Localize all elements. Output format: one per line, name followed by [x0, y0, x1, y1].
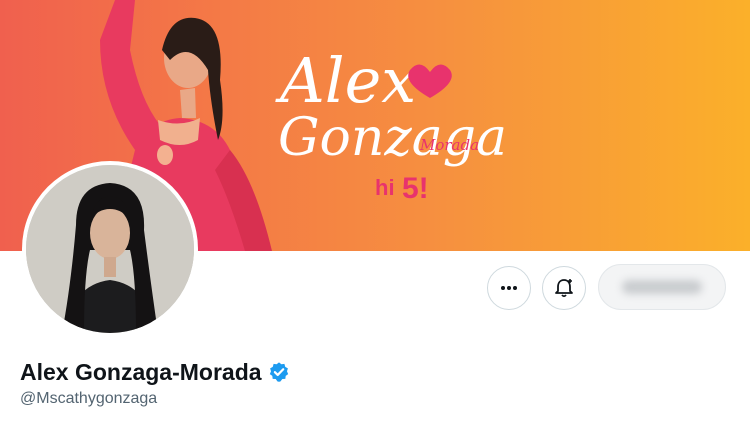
banner-title-art: Alex Gonzaga Morada hi 5!: [275, 44, 507, 205]
display-name: Alex Gonzaga-Morada: [20, 358, 262, 385]
banner-title-line1: Alex: [275, 44, 416, 117]
notifications-button[interactable]: [542, 266, 586, 310]
banner-title-sub: Morada: [419, 136, 479, 154]
banner-tagline-hi: hi: [375, 175, 395, 200]
follow-button[interactable]: [598, 264, 726, 310]
more-dots-icon: [501, 286, 517, 290]
bell-plus-icon: [555, 279, 573, 298]
avatar-photo: [26, 165, 194, 333]
name-row: Alex Gonzaga-Morada: [20, 357, 290, 387]
follow-button-blurred-label: [622, 280, 702, 294]
avatar-portrait: [26, 165, 194, 333]
user-handle: @Mscathygonzaga: [20, 390, 158, 407]
more-options-button[interactable]: [487, 266, 531, 310]
avatar[interactable]: [22, 161, 198, 337]
verified-badge-icon[interactable]: [268, 361, 290, 383]
banner-tagline-num: 5!: [402, 172, 429, 205]
